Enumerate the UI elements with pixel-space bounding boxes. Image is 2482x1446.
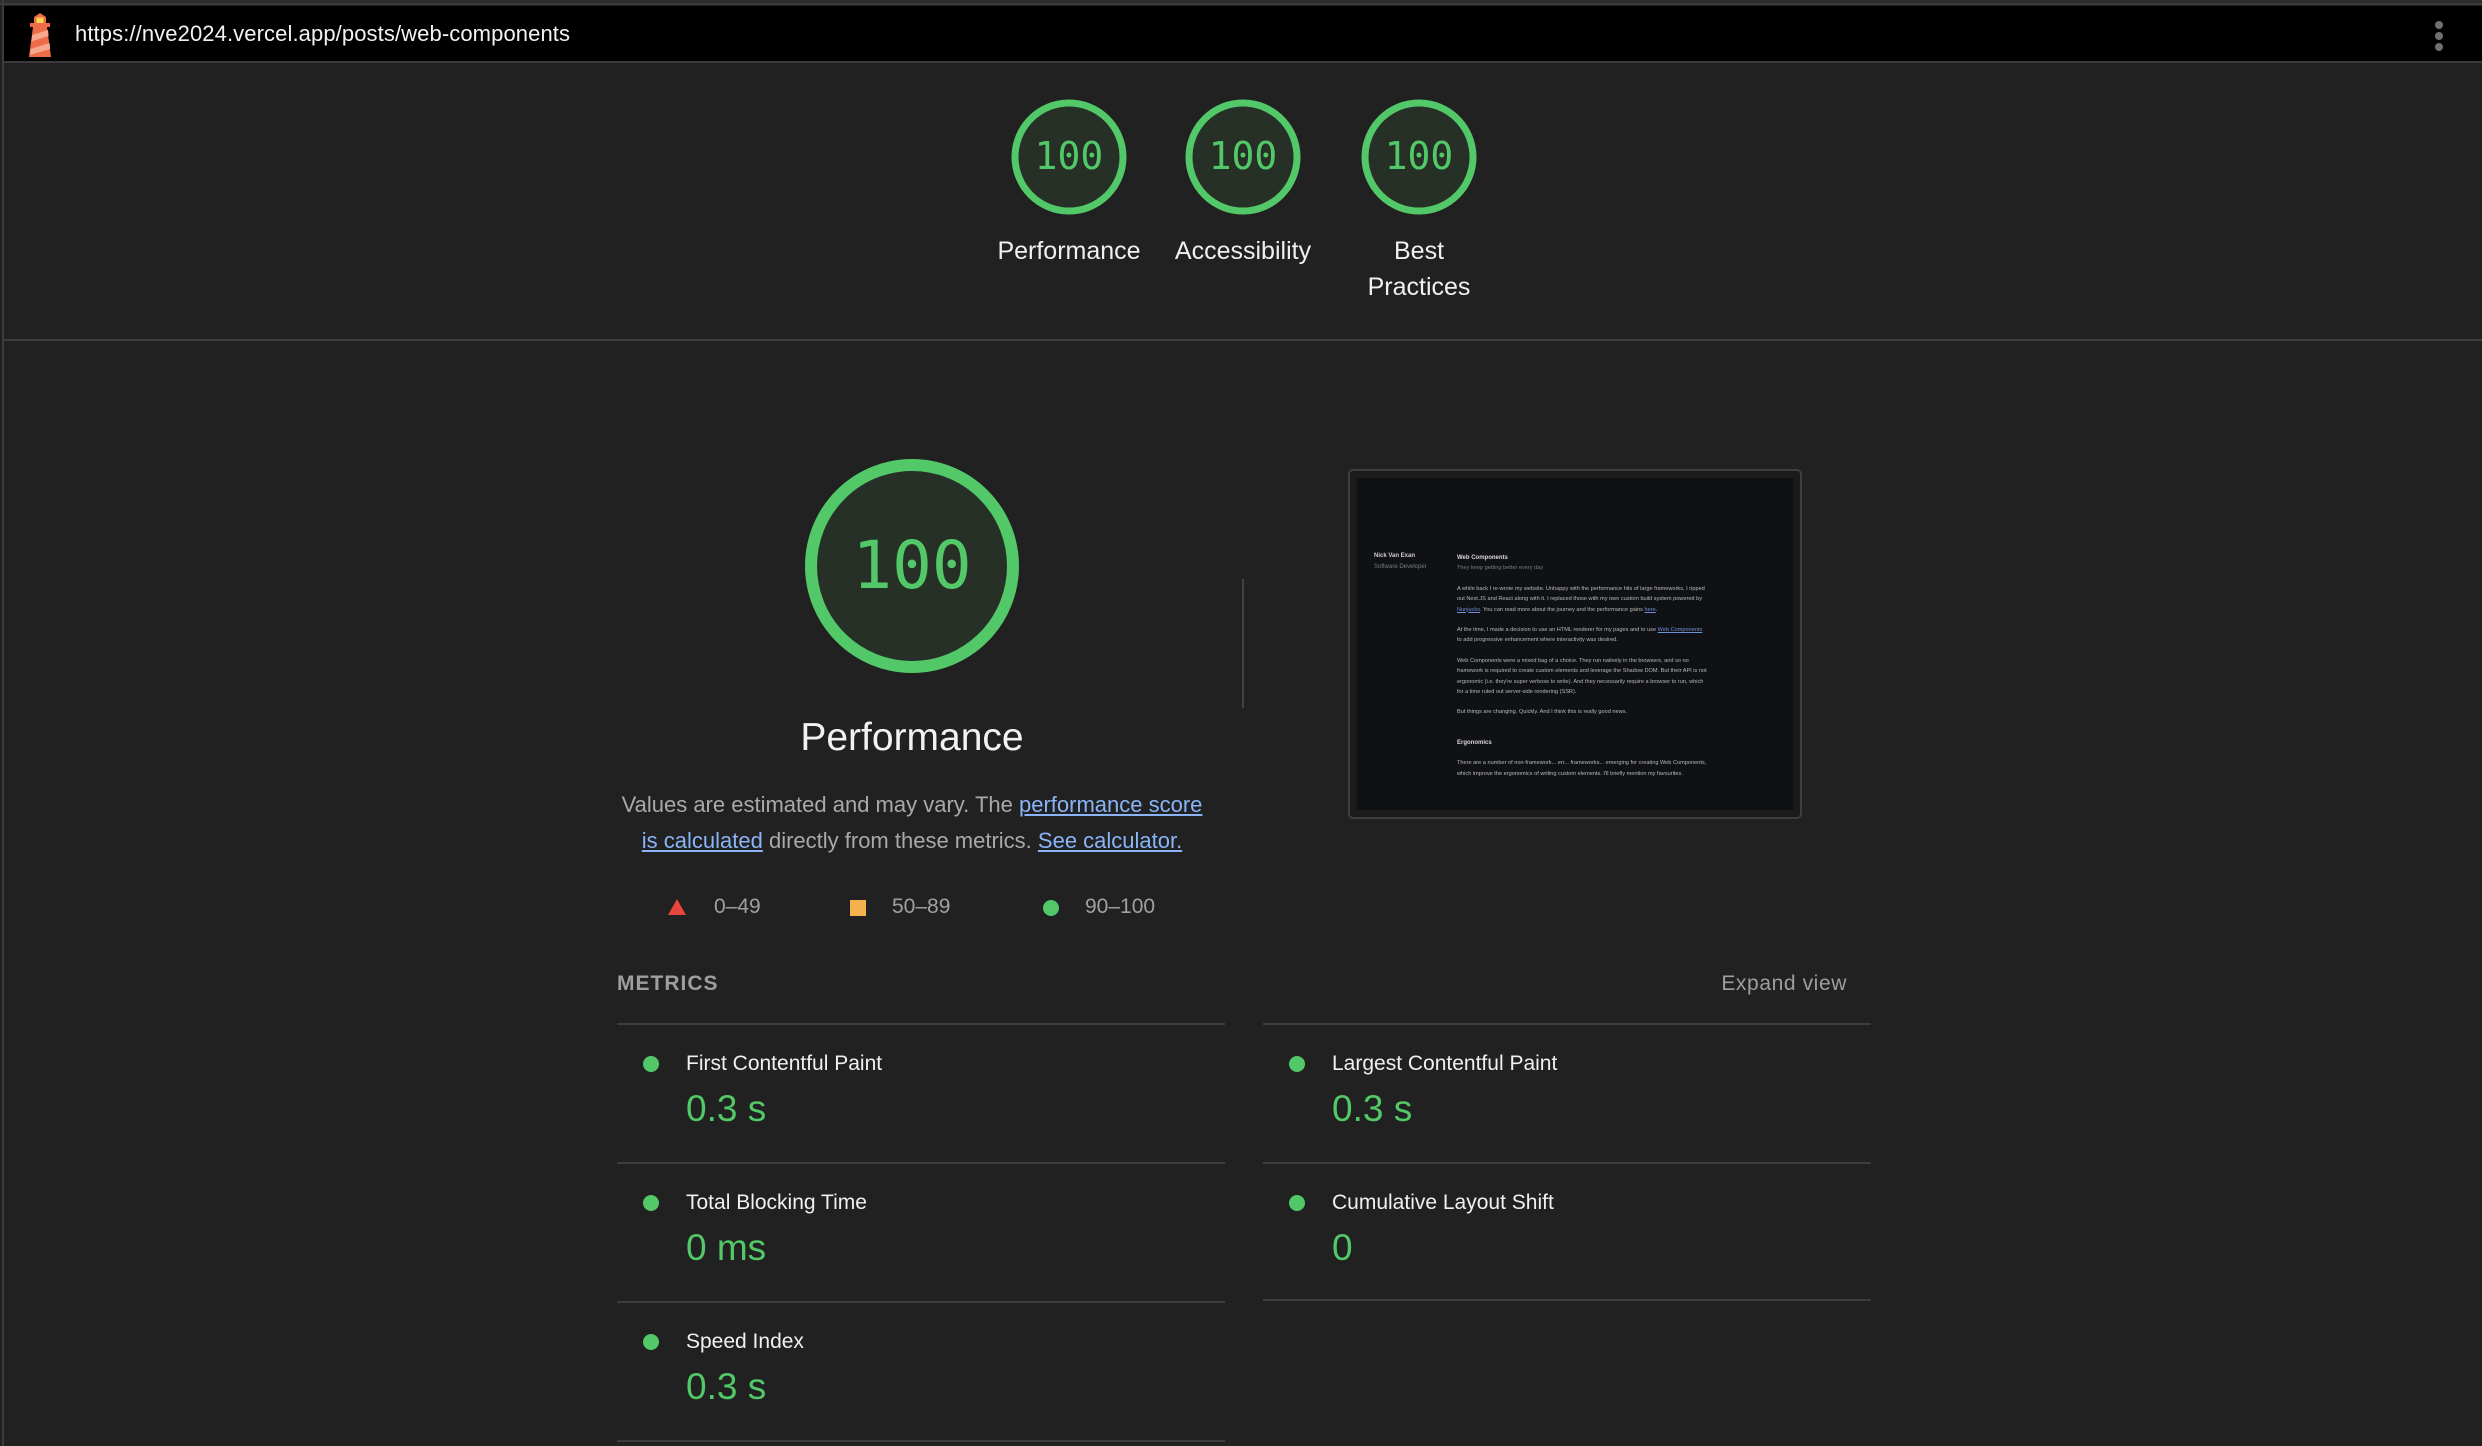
metric-cumulative-layout-shift: Cumulative Layout Shift 0 [1263, 1162, 1871, 1301]
screenshot-content: Nick Van Exan Software Developer Web Com… [1357, 478, 1793, 810]
metric-title: Total Blocking Time [686, 1191, 867, 1214]
metrics-header: METRICS [617, 972, 719, 995]
see-calculator-link[interactable]: See calculator. [1038, 828, 1182, 853]
triangle-icon [668, 899, 686, 915]
pass-circle-icon [643, 1195, 659, 1211]
lighthouse-report: https://nve2024.vercel.app/posts/web-com… [0, 0, 2482, 1446]
window-top-edge [0, 0, 2482, 5]
gauge-best-practices[interactable]: 100 Best Practices [1334, 97, 1504, 305]
pass-circle-icon [643, 1334, 659, 1350]
legend-range: 90–100 [1085, 895, 1156, 918]
metric-value: 0.3 s [686, 1366, 767, 1407]
metric-total-blocking-time: Total Blocking Time 0 ms [617, 1162, 1225, 1301]
thumb-paragraph: At the time, I made a decision to use an… [1457, 627, 1703, 644]
lighthouse-icon [29, 13, 51, 57]
performance-title: Performance [800, 716, 1024, 759]
thumb-article: Web Components They keep getting better … [1457, 553, 1707, 779]
vertical-divider [1242, 579, 1244, 708]
metric-largest-contentful-paint: Largest Contentful Paint 0.3 s [1263, 1023, 1871, 1162]
metric-value: 0.3 s [1332, 1088, 1413, 1129]
performance-description: Values are estimated and may vary. The p… [612, 787, 1212, 859]
metric-value: 0 [1332, 1227, 1353, 1268]
thumb-paragraph: A while back I re-wrote my website. Unha… [1457, 585, 1705, 613]
metric-title: Largest Contentful Paint [1332, 1052, 1558, 1075]
description-text: directly from these metrics. [762, 828, 1038, 853]
thumb-heading: Ergonomics [1457, 739, 1492, 746]
more-vertical-icon[interactable] [2430, 19, 2450, 53]
metric-title: Speed Index [686, 1330, 804, 1353]
gauge-score: 100 [1209, 134, 1278, 178]
gauge-score: 100 [1385, 134, 1454, 178]
metric-title: Cumulative Layout Shift [1332, 1191, 1554, 1214]
expand-view-toggle[interactable]: Expand view [1700, 972, 1847, 996]
performance-gauge: 100 [805, 459, 1019, 673]
description-text: Values are estimated and may vary. The [621, 792, 1019, 817]
metric-value: 0.3 s [686, 1088, 767, 1129]
legend-range: 0–49 [714, 895, 761, 918]
gauge-ring-icon: 100 [1361, 99, 1477, 215]
thumb-post-subtitle: They keep getting better every day [1457, 565, 1544, 572]
final-screenshot-thumbnail[interactable]: Nick Van Exan Software Developer Web Com… [1348, 469, 1802, 819]
report-topbar: https://nve2024.vercel.app/posts/web-com… [4, 6, 2482, 63]
pass-circle-icon [643, 1056, 659, 1072]
metric-value: 0 ms [686, 1227, 767, 1268]
pass-circle-icon [1289, 1195, 1305, 1211]
gauge-label: Accessibility [1174, 237, 1312, 265]
metric-speed-index: Speed Index 0.3 s [617, 1301, 1225, 1442]
pass-circle-icon [1289, 1056, 1305, 1072]
gauge-score: 100 [1035, 134, 1104, 178]
thumb-paragraph: There are a number of non-framework... e… [1457, 760, 1707, 777]
metric-title: First Contentful Paint [686, 1052, 883, 1075]
report-url[interactable]: https://nve2024.vercel.app/posts/web-com… [75, 21, 570, 47]
square-icon [850, 900, 866, 916]
performance-score: 100 [852, 527, 971, 604]
thumb-author: Nick Van Exan [1374, 553, 1416, 559]
gauge-performance[interactable]: 100 Performance [984, 97, 1154, 269]
thumb-post-title: Web Components [1457, 555, 1508, 561]
gauge-ring-icon: 100 [1185, 99, 1301, 215]
category-gauges: 100 Performance 100 Accessibility 100 Be… [4, 65, 2482, 341]
thumb-paragraph: Web Components were a mixed bag of a cho… [1457, 657, 1707, 696]
gauge-ring-icon: 100 [1011, 99, 1127, 215]
gauge-label: Best Practices [1367, 237, 1471, 301]
metric-first-contentful-paint: First Contentful Paint 0.3 s [617, 1023, 1225, 1162]
thumb-paragraph: But things are changing. Quickly. And I … [1457, 709, 1627, 716]
thumb-role: Software Developer [1374, 564, 1427, 570]
gauge-label: Performance [997, 237, 1141, 265]
circle-icon [1043, 900, 1059, 916]
legend-range: 50–89 [892, 895, 951, 918]
gauge-accessibility[interactable]: 100 Accessibility [1158, 97, 1328, 269]
